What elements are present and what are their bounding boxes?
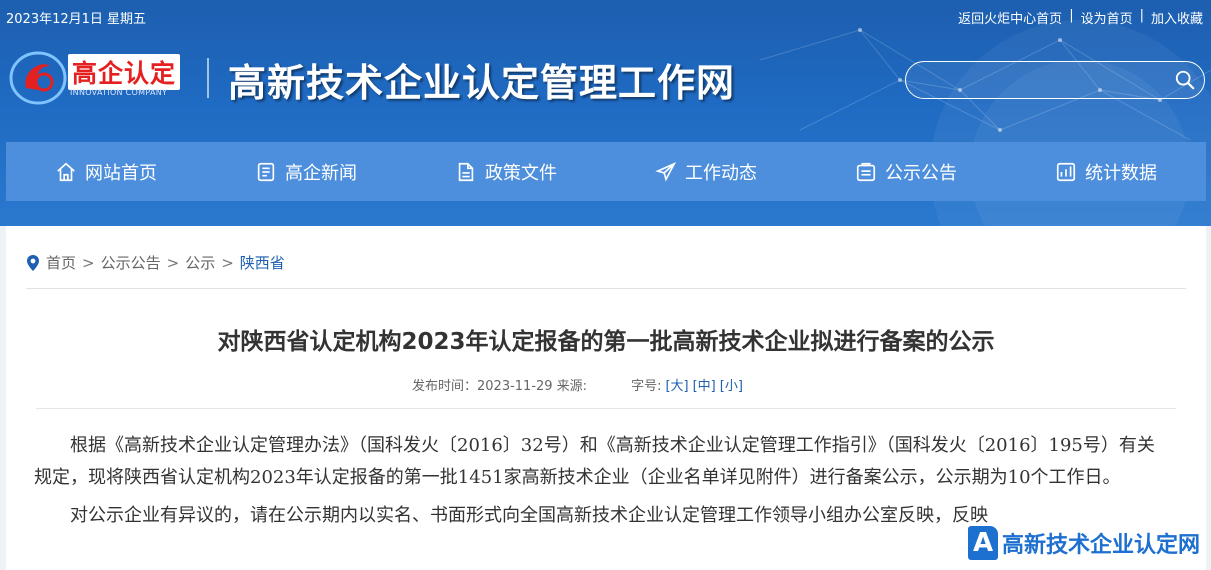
breadcrumb-separator: >	[166, 253, 180, 272]
logo-emblem-icon	[9, 51, 67, 105]
home-icon	[57, 162, 75, 181]
breadcrumb-home[interactable]: 首页	[46, 252, 76, 273]
article-body: 根据《高新技术企业认定管理办法》（国科发火〔2016〕32号）和《高新技术企业认…	[34, 430, 1162, 532]
nav-label: 网站首页	[85, 162, 157, 184]
logo-divider	[207, 58, 209, 98]
search-box	[905, 61, 1205, 99]
breadcrumb-separator: >	[221, 253, 234, 272]
article-meta: 发布时间：2023-11-29 来源: 字号: [大] [中] [小]	[412, 375, 743, 394]
document-icon	[458, 162, 474, 181]
nav-notice[interactable]: 公示公告	[806, 142, 1006, 201]
nav-statistics[interactable]: 统计数据	[1006, 142, 1206, 201]
nav-label: 公示公告	[885, 162, 957, 184]
breadcrumb-separator: >	[82, 253, 95, 272]
return-torch-center-link[interactable]: 返回火炬中心首页	[958, 8, 1062, 27]
article-paragraph: 根据《高新技术企业认定管理办法》（国科发火〔2016〕32号）和《高新技术企业认…	[34, 435, 1155, 488]
link-separator: |	[1069, 8, 1074, 23]
logo-chinese-text: 高企认定	[68, 54, 181, 90]
breadcrumb-notices[interactable]: 公示公告	[101, 252, 161, 273]
site-watermark: A 高新技术企业认定网	[968, 526, 1200, 560]
nav-label: 工作动态	[685, 162, 757, 184]
watermark-logo-icon: A	[968, 526, 998, 560]
nav-news[interactable]: 高企新闻	[206, 142, 406, 201]
logo-english-text: INNOVATION COMPANY	[70, 88, 168, 97]
site-header: 2023年12月1日 星期五 返回火炬中心首页 | 设为首页 | 加入收藏 高企…	[0, 0, 1211, 226]
publish-info: 发布时间：2023-11-29 来源:	[412, 379, 588, 394]
set-homepage-link[interactable]: 设为首页	[1081, 8, 1133, 27]
paper-plane-icon	[655, 161, 677, 182]
main-nav: 网站首页 高企新闻 政策文件 工作动态 公示公告 统计数据	[6, 142, 1206, 201]
watermark-text: 高新技术企业认定网	[1002, 533, 1201, 558]
notice-icon	[856, 162, 876, 181]
font-size-small[interactable]: [小]	[720, 375, 743, 394]
location-pin-icon	[27, 254, 39, 271]
divider	[26, 288, 1186, 289]
search-icon[interactable]	[1174, 69, 1196, 91]
top-links: 返回火炬中心首页 | 设为首页 | 加入收藏	[958, 8, 1203, 27]
nav-work-news[interactable]: 工作动态	[606, 142, 806, 201]
article-title: 对陕西省认定机构2023年认定报备的第一批高新技术企业拟进行备案的公示	[217, 329, 995, 355]
site-title: 高新技术企业认定管理工作网	[228, 60, 736, 105]
breadcrumb: 首页 > 公示公告 > 公示 > 陕西省	[26, 252, 285, 273]
site-logo[interactable]: 高企认定 INNOVATION COMPANY	[8, 48, 198, 108]
current-date: 2023年12月1日 星期五	[6, 12, 147, 27]
chart-icon	[1056, 162, 1076, 181]
font-size-large[interactable]: [大]	[665, 375, 688, 394]
main-content: 首页 > 公示公告 > 公示 > 陕西省 对陕西省认定机构2023年认定报备的第…	[6, 226, 1206, 570]
breadcrumb-current[interactable]: 陕西省	[240, 252, 285, 273]
nav-policy[interactable]: 政策文件	[406, 142, 606, 201]
divider	[36, 408, 1176, 409]
breadcrumb-public[interactable]: 公示	[185, 252, 215, 273]
nav-label: 政策文件	[485, 162, 557, 184]
nav-label: 统计数据	[1085, 162, 1157, 184]
top-bar: 2023年12月1日 星期五 返回火炬中心首页 | 设为首页 | 加入收藏	[0, 0, 1211, 32]
news-icon	[257, 162, 275, 181]
nav-home[interactable]: 网站首页	[6, 142, 206, 201]
font-size-medium[interactable]: [中]	[693, 375, 716, 394]
font-size-label: 字号:	[631, 379, 662, 394]
nav-label: 高企新闻	[285, 162, 357, 184]
link-separator: |	[1139, 8, 1144, 23]
search-input[interactable]	[920, 68, 1160, 92]
add-favorite-link[interactable]: 加入收藏	[1151, 8, 1203, 27]
